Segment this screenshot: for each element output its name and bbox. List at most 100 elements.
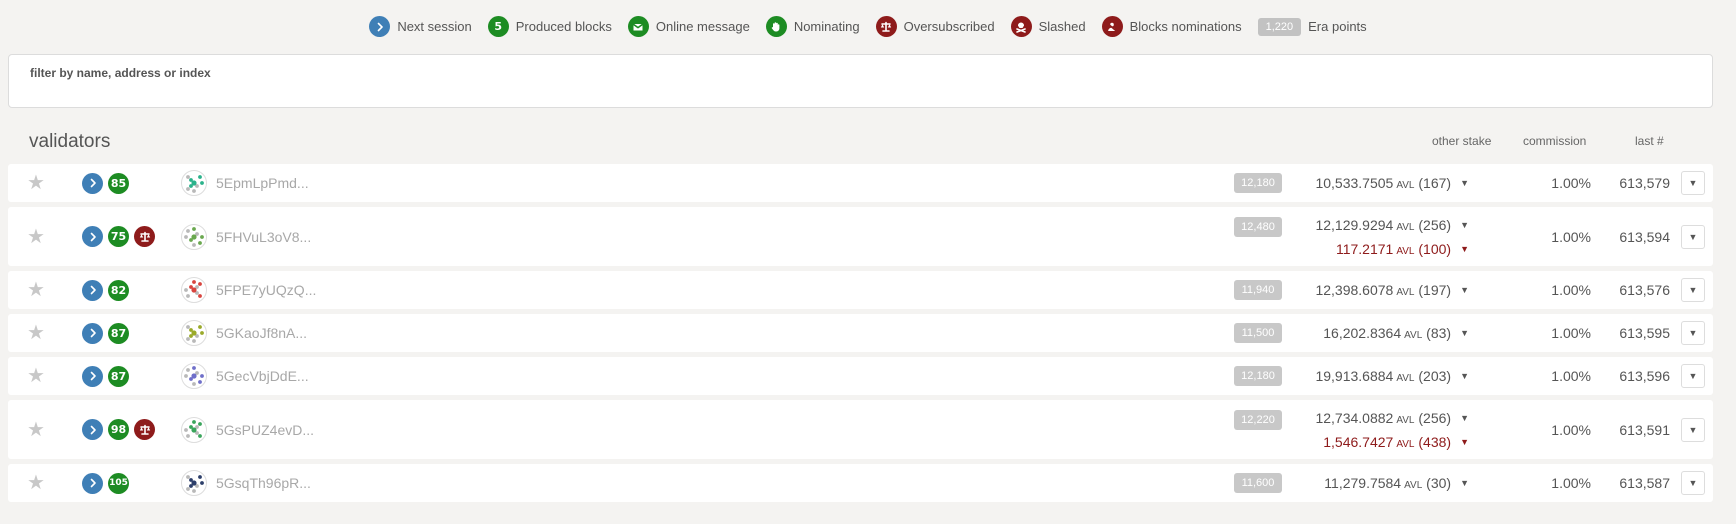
other-stake[interactable]: 11,279.7584 AVL (30) ▼ (1324, 475, 1469, 491)
legend-badge (1010, 16, 1032, 37)
expand-row-button[interactable]: ▼ (1681, 278, 1705, 302)
legend-label: Nominating (793, 19, 860, 34)
caret-down-icon[interactable]: ▼ (1460, 478, 1469, 488)
legend-item-blocks-nominations: Blocks nominations (1101, 16, 1242, 37)
identicon-avatar[interactable] (181, 320, 207, 346)
favorite-star-icon[interactable]: ★ (27, 173, 45, 193)
last-block-value: 613,594 (1619, 228, 1670, 245)
era-points-badge: 12,220 (1234, 410, 1282, 430)
caret-down-icon: ▼ (1688, 478, 1698, 488)
identicon-avatar[interactable] (181, 170, 207, 196)
legend-item-oversubscribed: Oversubscribed (875, 16, 995, 37)
nominator-count: (83) (1422, 325, 1452, 341)
validator-address[interactable]: 5EpmLpPmd... (216, 175, 309, 191)
stake-amount: 12,734.0882 (1315, 410, 1394, 426)
produced-blocks-badge: 87 (108, 322, 129, 344)
caret-down-icon[interactable]: ▼ (1460, 244, 1469, 254)
status-icons: 98 (82, 419, 160, 440)
balance-scale-icon (880, 21, 892, 33)
era-points-badge: 11,500 (1234, 323, 1282, 343)
commission-value: 1.00% (1551, 228, 1591, 245)
favorite-star-icon[interactable]: ★ (27, 227, 45, 247)
validator-address[interactable]: 5FPE7yUQzQ... (216, 282, 316, 298)
filter-input[interactable] (30, 83, 1690, 103)
produced-blocks-badge: 75 (108, 226, 129, 247)
stake-amount: 1,546.7427 (1323, 434, 1394, 450)
era-points-badge: 11,600 (1234, 473, 1282, 493)
favorite-star-icon[interactable]: ★ (27, 420, 45, 440)
produced-blocks-badge: 98 (108, 419, 129, 440)
chevron-right-icon (87, 284, 99, 296)
stake-unit: AVL (1396, 439, 1415, 450)
identicon-avatar[interactable] (181, 223, 207, 250)
expand-row-button[interactable]: ▼ (1681, 224, 1705, 249)
expand-row-button[interactable]: ▼ (1681, 171, 1705, 195)
chevron-right-icon (87, 370, 99, 382)
favorite-star-icon[interactable]: ★ (27, 280, 45, 300)
caret-down-icon[interactable]: ▼ (1460, 220, 1469, 230)
nominator-count: (438) (1414, 434, 1452, 450)
other-stake[interactable]: 16,202.8364 AVL (83) ▼ (1323, 325, 1469, 341)
other-stake[interactable]: 12,129.9294 AVL (256) ▼ (1315, 217, 1469, 233)
stake-amount: 16,202.8364 (1323, 325, 1402, 341)
other-stake[interactable]: 12,734.0882 AVL (256) ▼ (1315, 410, 1469, 426)
next-session-badge (82, 419, 103, 440)
legend-badge (369, 16, 391, 37)
favorite-star-icon[interactable]: ★ (27, 366, 45, 386)
stake-unit: AVL (1396, 222, 1415, 233)
commission-value: 1.00% (1551, 282, 1591, 298)
chevron-right-icon (87, 477, 99, 489)
stake-amount: 11,279.7584 (1324, 475, 1402, 491)
caret-down-icon: ▼ (1688, 371, 1698, 381)
status-icons: 105 (82, 472, 134, 494)
oversubscribed-stake[interactable]: 117.2171 AVL (100) ▼ (1336, 241, 1469, 257)
validator-address[interactable]: 5GsqTh96pR... (216, 475, 311, 491)
expand-row-button[interactable]: ▼ (1681, 471, 1705, 495)
next-session-badge (82, 472, 103, 494)
validator-address[interactable]: 5GsPUZ4evD... (216, 422, 314, 438)
validator-address[interactable]: 5GecVbjDdE... (216, 368, 309, 384)
caret-down-icon[interactable]: ▼ (1460, 285, 1469, 295)
legend-badge (1101, 16, 1123, 37)
favorite-star-icon[interactable]: ★ (27, 323, 45, 343)
other-stake[interactable]: 12,398.6078 AVL (197) ▼ (1315, 282, 1469, 298)
commission-value: 1.00% (1551, 368, 1591, 384)
identicon-avatar[interactable] (181, 470, 207, 496)
oversubscribed-stake[interactable]: 1,546.7427 AVL (438) ▼ (1323, 434, 1469, 450)
era-points-badge: 12,180 (1234, 366, 1282, 386)
validator-address[interactable]: 5FHVuL3oV8... (216, 229, 311, 245)
produced-blocks-badge: 85 (108, 172, 129, 194)
filter-box[interactable]: filter by name, address or index (8, 54, 1713, 108)
expand-row-button[interactable]: ▼ (1681, 417, 1705, 442)
last-block-value: 613,587 (1619, 475, 1670, 491)
caret-down-icon[interactable]: ▼ (1460, 328, 1469, 338)
other-stake[interactable]: 10,533.7505 AVL (167) ▼ (1315, 175, 1469, 191)
commission-value: 1.00% (1551, 325, 1591, 341)
next-session-badge (82, 279, 103, 301)
commission-value: 1.00% (1551, 421, 1591, 438)
caret-down-icon[interactable]: ▼ (1460, 371, 1469, 381)
other-stake[interactable]: 19,913.6884 AVL (203) ▼ (1315, 368, 1469, 384)
caret-down-icon[interactable]: ▼ (1460, 178, 1469, 188)
validator-address[interactable]: 5GKaoJf8nA... (216, 325, 307, 341)
identicon-avatar[interactable] (181, 277, 207, 303)
status-icons: 75 (82, 226, 160, 247)
balance-scale-icon (139, 424, 151, 436)
caret-down-icon[interactable]: ▼ (1460, 413, 1469, 423)
expand-row-button[interactable]: ▼ (1681, 364, 1705, 388)
last-block-value: 613,591 (1619, 421, 1670, 438)
status-icons: 85 (82, 172, 134, 194)
caret-down-icon: ▼ (1688, 231, 1698, 242)
column-other-stake: other stake (1432, 134, 1492, 148)
identicon-avatar[interactable] (181, 416, 207, 443)
caret-down-icon[interactable]: ▼ (1460, 437, 1469, 447)
expand-row-button[interactable]: ▼ (1681, 321, 1705, 345)
table-row: ★ 75 5FHVuL3oV8... 12,480 12,129.9294 AVL (25… (8, 207, 1713, 266)
next-session-badge (82, 322, 103, 344)
stake-amount: 10,533.7505 (1315, 175, 1394, 191)
favorite-star-icon[interactable]: ★ (27, 473, 45, 493)
nominator-count: (256) (1414, 217, 1452, 233)
identicon-avatar[interactable] (181, 363, 207, 389)
nominator-count: (30) (1422, 475, 1452, 491)
section-title: validators (29, 131, 111, 152)
